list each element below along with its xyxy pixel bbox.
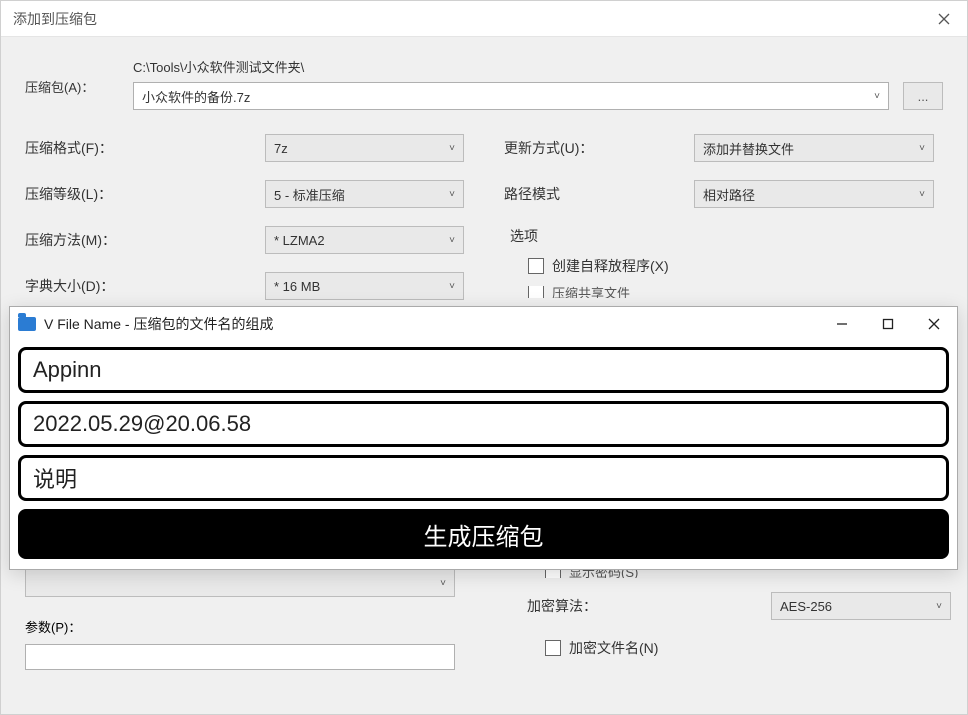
maximize-button[interactable] (865, 307, 911, 341)
main-close-button[interactable] (921, 1, 967, 37)
dialog-body: 压缩包(A)： C:\Tools\小众软件测试文件夹\ 小众软件的备份.7z ˅… (1, 37, 967, 338)
chevron-down-icon: ˅ (874, 91, 880, 102)
right-column: 更新方式(U)： 添加并替换文件 ˅ 路径模式 相对路径 ˅ 选项 (504, 134, 943, 318)
level-label: 压缩等级(L)： (25, 184, 265, 204)
dict-label: 字典大小(D)： (25, 276, 265, 296)
sfx-checkbox-row[interactable]: 创建自释放程序(X) (504, 256, 943, 276)
sfx-label: 创建自释放程序(X) (552, 256, 669, 276)
main-titlebar: 添加到压缩包 (1, 1, 967, 37)
unknown-combo[interactable]: ˅ (25, 569, 455, 597)
update-label: 更新方式(U)： (504, 138, 694, 158)
close-button[interactable] (911, 307, 957, 341)
pathmode-combo[interactable]: 相对路径 ˅ (694, 180, 934, 208)
archive-row: 压缩包(A)： C:\Tools\小众软件测试文件夹\ 小众软件的备份.7z ˅… (25, 57, 943, 110)
folder-icon (18, 317, 36, 331)
chevron-down-icon: ˅ (936, 601, 942, 612)
method-label: 压缩方法(M)： (25, 230, 265, 250)
bottom-right-area: 显示密码(S) 加密算法： AES-256 ˅ 加密文件名(N) (521, 566, 951, 668)
minimize-button[interactable] (819, 307, 865, 341)
encrypt-names-row[interactable]: 加密文件名(N) (521, 638, 951, 658)
vfn-titlebar: V File Name - 压缩包的文件名的组成 (10, 307, 957, 341)
main-title: 添加到压缩包 (13, 9, 97, 29)
checkbox-icon (528, 286, 544, 298)
encrypt-algo-combo[interactable]: AES-256 ˅ (771, 592, 951, 620)
update-combo[interactable]: 添加并替换文件 ˅ (694, 134, 934, 162)
chevron-down-icon: ˅ (449, 189, 455, 200)
chevron-down-icon: ˅ (449, 143, 455, 154)
chevron-down-icon: ˅ (440, 578, 446, 589)
checkbox-icon (528, 258, 544, 274)
options-heading: 选项 (504, 226, 943, 246)
chevron-down-icon: ˅ (919, 189, 925, 200)
archive-name-combo[interactable]: 小众软件的备份.7z ˅ (133, 82, 889, 110)
archive-label: 压缩包(A)： (25, 57, 133, 96)
shared-label: 压缩共享文件 (552, 286, 630, 298)
pathmode-label: 路径模式 (504, 184, 694, 204)
archive-path: C:\Tools\小众软件测试文件夹\ (133, 57, 889, 76)
left-column: 压缩格式(F)： 7z ˅ 压缩等级(L)： 5 - 标准压缩 ˅ 压缩方法(M… (25, 134, 464, 318)
browse-button[interactable]: ... (903, 82, 943, 110)
level-combo[interactable]: 5 - 标准压缩 ˅ (265, 180, 464, 208)
chevron-down-icon: ˅ (449, 281, 455, 292)
params-label: 参数(P)： (25, 617, 455, 636)
vfilename-window: V File Name - 压缩包的文件名的组成 Appinn 2022.05.… (9, 306, 958, 570)
archive-name-value: 小众软件的备份.7z (142, 87, 250, 106)
chevron-down-icon: ˅ (919, 143, 925, 154)
shared-checkbox-row[interactable]: 压缩共享文件 (504, 286, 943, 298)
checkbox-icon (545, 640, 561, 656)
encrypt-algo-label: 加密算法： (521, 596, 771, 616)
params-input[interactable] (25, 644, 455, 670)
bottom-left-area: ˅ 参数(P)： (25, 569, 455, 670)
format-label: 压缩格式(F)： (25, 138, 265, 158)
generate-archive-button[interactable]: 生成压缩包 (18, 509, 949, 559)
format-combo[interactable]: 7z ˅ (265, 134, 464, 162)
name-part-input-3[interactable]: 说明 (18, 455, 949, 501)
name-part-input-1[interactable]: Appinn (18, 347, 949, 393)
encrypt-names-label: 加密文件名(N) (569, 638, 658, 658)
method-combo[interactable]: * LZMA2 ˅ (265, 226, 464, 254)
chevron-down-icon: ˅ (449, 235, 455, 246)
name-part-input-2[interactable]: 2022.05.29@20.06.58 (18, 401, 949, 447)
dict-combo[interactable]: * 16 MB ˅ (265, 272, 464, 300)
vfn-title: V File Name - 压缩包的文件名的组成 (44, 314, 273, 334)
